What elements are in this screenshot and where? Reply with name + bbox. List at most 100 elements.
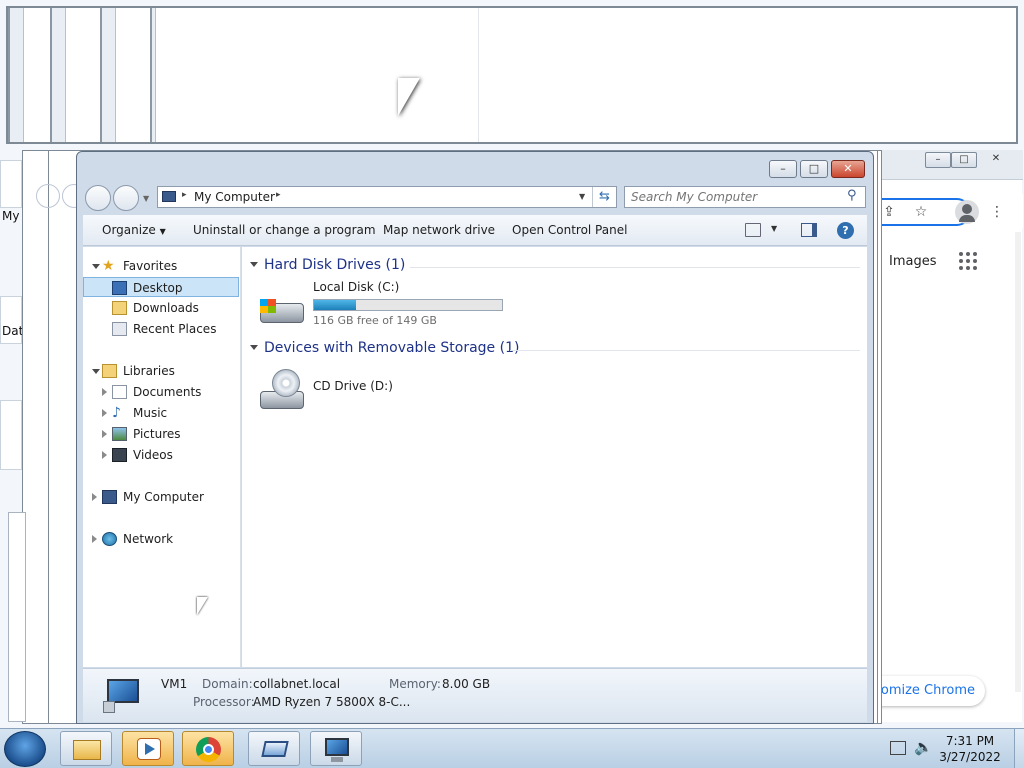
videos-film-icon: [112, 448, 127, 462]
taskbar-explorer-folder-icon[interactable]: [60, 731, 112, 766]
cd-drive-name[interactable]: CD Drive (D:): [313, 379, 393, 393]
nav-libraries[interactable]: Libraries: [83, 361, 239, 381]
disk-usage-fill: [314, 300, 356, 310]
desktop-icon-partial[interactable]: [0, 400, 22, 470]
recent-pages-chevron-icon[interactable]: ▼: [143, 194, 149, 203]
command-bar: Organize ▼ Uninstall or change a program…: [83, 215, 867, 246]
nav-documents[interactable]: Documents: [83, 382, 239, 402]
desktop-icon-label: My: [2, 209, 20, 223]
explorer-window: – □ ✕ ▼ ▸ My Computer ▸ ▼ ⇆ ⚲ Organize ▼…: [76, 151, 874, 724]
memory-value: 8.00 GB: [442, 677, 491, 691]
navigation-bar: ▼ ▸ My Computer ▸ ▼ ⇆ ⚲: [77, 182, 873, 216]
memory-label: Memory:: [389, 677, 441, 691]
processor-value: AMD Ryzen 7 5800X 8-C...: [253, 695, 411, 709]
window-edge: [100, 8, 116, 142]
group-removable-storage[interactable]: Devices with Removable Storage (1): [250, 338, 860, 360]
nav-desktop[interactable]: Desktop: [83, 277, 239, 297]
cd-drive-icon[interactable]: [258, 367, 306, 415]
local-disk-name[interactable]: Local Disk (C:): [313, 280, 399, 294]
network-tray-icon[interactable]: [890, 741, 906, 755]
nav-pictures[interactable]: Pictures: [83, 424, 239, 444]
breadcrumb-separator-icon[interactable]: ▸: [182, 190, 187, 200]
forward-icon[interactable]: [113, 185, 139, 211]
nav-recent-places[interactable]: Recent Places: [83, 319, 239, 339]
refresh-icon[interactable]: ⇆: [592, 187, 616, 207]
close-icon[interactable]: ✕: [983, 152, 1009, 168]
libraries-icon: [102, 364, 117, 378]
clock-date: 3/27/2022: [939, 750, 1001, 764]
nav-my-computer[interactable]: My Computer: [83, 487, 239, 507]
network-globe-icon: [102, 532, 117, 546]
profile-avatar-icon[interactable]: [955, 200, 979, 224]
local-disk-free-space: 116 GB free of 149 GB: [313, 314, 437, 327]
more-menu-icon[interactable]: ⋮: [987, 202, 1007, 222]
maximize-icon[interactable]: □: [800, 160, 828, 178]
domain-value: collabnet.local: [253, 677, 341, 691]
search-input[interactable]: [631, 189, 841, 205]
window-edge: [8, 8, 24, 142]
back-icon[interactable]: [85, 185, 111, 211]
map-network-drive-button[interactable]: Map network drive: [383, 223, 495, 237]
images-link[interactable]: Images: [889, 254, 937, 269]
breadcrumb-separator-icon[interactable]: ▸: [276, 190, 281, 200]
bookmark-star-icon[interactable]: ☆: [911, 202, 931, 222]
computer-monitor-icon: [103, 677, 143, 713]
organize-button[interactable]: Organize ▼: [102, 223, 166, 237]
help-icon[interactable]: ?: [837, 222, 854, 239]
breadcrumb-my-computer[interactable]: My Computer: [194, 190, 275, 204]
minimize-icon[interactable]: –: [925, 152, 951, 168]
divider: [478, 8, 479, 142]
taskbar-remote-desktop-icon[interactable]: [248, 731, 300, 766]
taskbar-computer-icon[interactable]: [310, 731, 362, 766]
show-desktop-button[interactable]: [1014, 729, 1024, 768]
address-dropdown-icon[interactable]: ▼: [579, 192, 585, 201]
nav-videos[interactable]: Videos: [83, 445, 239, 465]
change-view-icon[interactable]: [745, 223, 761, 237]
preview-pane-icon[interactable]: [801, 223, 817, 237]
ghost-back-icon: [36, 184, 60, 208]
chrome-window: – □ ✕ ⇪ ☆ ⋮ Images stomize Chrome: [861, 150, 1023, 722]
content-pane: Hard Disk Drives (1) Local Disk (C:) 116…: [242, 247, 867, 667]
uninstall-program-button[interactable]: Uninstall or change a program: [193, 223, 376, 237]
start-button-windows-icon[interactable]: [4, 731, 46, 767]
address-bar[interactable]: ▸ My Computer ▸ ▼ ⇆: [157, 186, 617, 208]
clock-time: 7:31 PM: [945, 734, 995, 748]
local-disk-drive-icon[interactable]: [258, 291, 306, 327]
taskbar-chrome-icon[interactable]: [182, 731, 234, 766]
background-window-top: [6, 6, 1018, 144]
maximize-icon[interactable]: □: [951, 152, 977, 168]
nav-music[interactable]: ♪ Music: [83, 403, 239, 423]
nav-downloads[interactable]: Downloads: [83, 298, 239, 318]
taskbar-media-player-icon[interactable]: [122, 731, 174, 766]
share-icon[interactable]: ⇪: [879, 202, 899, 222]
system-clock[interactable]: 7:31 PM 3/27/2022: [930, 733, 1010, 765]
desktop-icon-my-computer[interactable]: [0, 160, 22, 208]
taskbar: 🔈 7:31 PM 3/27/2022: [0, 728, 1024, 768]
nav-network[interactable]: Network: [83, 529, 239, 549]
recent-places-icon: [112, 322, 127, 336]
music-note-icon: ♪: [112, 405, 121, 421]
desktop-icon: [112, 281, 127, 295]
search-icon[interactable]: ⚲: [847, 188, 857, 203]
computer-icon: [162, 191, 176, 202]
scrollbar[interactable]: [1015, 232, 1021, 692]
group-hard-disk-drives[interactable]: Hard Disk Drives (1): [250, 255, 860, 277]
navigation-pane: ★ Favorites Desktop Downloads Recent Pla…: [83, 247, 241, 667]
star-icon: ★: [102, 258, 115, 274]
close-icon[interactable]: ✕: [831, 160, 865, 178]
nav-favorites[interactable]: ★ Favorites: [83, 256, 239, 276]
details-pane: VM1 Domain: collabnet.local Memory: 8.00…: [83, 668, 867, 722]
window-edge: [50, 8, 66, 142]
minimize-icon[interactable]: –: [769, 160, 797, 178]
desktop-icon-label: Dat: [2, 324, 24, 338]
google-apps-icon[interactable]: [959, 252, 977, 270]
disk-usage-bar: [313, 299, 503, 311]
explorer-titlebar[interactable]: – □ ✕: [77, 152, 873, 182]
chrome-titlebar: – □ ✕: [871, 150, 1023, 180]
view-options-chevron-icon[interactable]: ▼: [771, 224, 777, 233]
chrome-toolbar: ⇪ ☆ ⋮: [871, 194, 1023, 228]
open-control-panel-button[interactable]: Open Control Panel: [512, 223, 627, 237]
computer-icon: [102, 490, 117, 504]
background-window: [8, 512, 26, 722]
search-box[interactable]: ⚲: [624, 186, 866, 208]
